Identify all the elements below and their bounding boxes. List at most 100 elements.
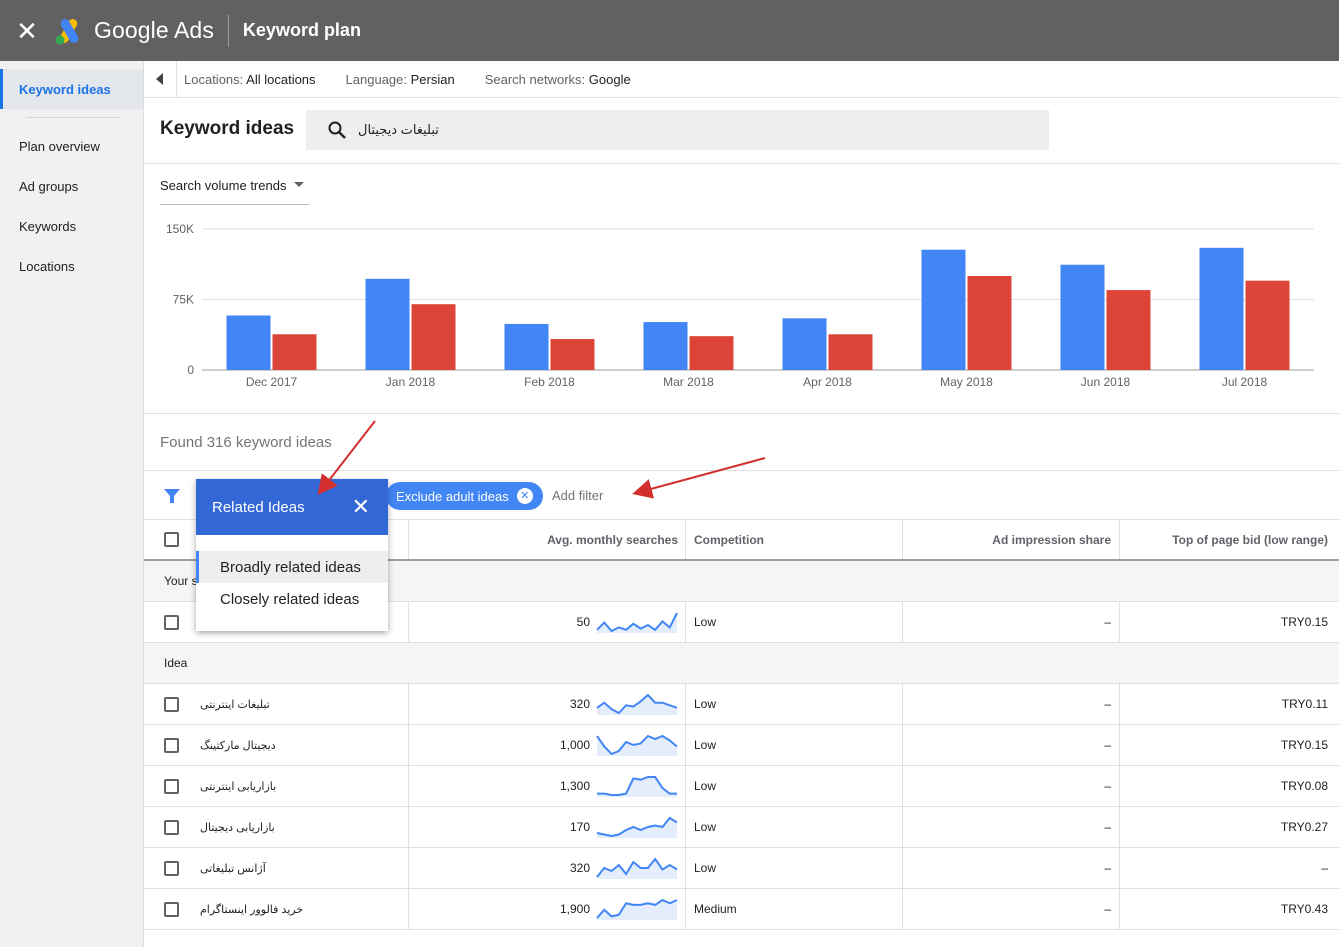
trend-selector-label: Search volume trends	[160, 178, 287, 193]
locations-setting[interactable]: Locations: All locations	[184, 72, 316, 87]
search-query[interactable]: تبلیغات دیجیتال	[358, 122, 439, 138]
header-avg-monthly-searches[interactable]: Avg. monthly searches	[408, 520, 678, 559]
avg-monthly-searches: 50	[576, 615, 590, 629]
close-icon[interactable]: ✕	[352, 496, 370, 518]
sidebar-item-keywords[interactable]: Keywords	[0, 206, 143, 246]
keyword-text[interactable]: آژانس تبلیغاتی	[200, 848, 400, 888]
bar[interactable]	[226, 315, 271, 370]
keyword-text[interactable]: بازاریابی اینترنتی	[200, 766, 400, 806]
bar[interactable]	[689, 336, 734, 370]
ad-impression-share: –	[1104, 779, 1111, 793]
sidebar-item-keyword-ideas[interactable]: Keyword ideas	[0, 69, 143, 109]
bar[interactable]	[967, 276, 1012, 370]
sidebar-item-ad-groups[interactable]: Ad groups	[0, 166, 143, 206]
chip-remove-icon[interactable]: ✕	[516, 488, 533, 504]
table-row[interactable]: خرید فالوور اینستاگرام 1,900 Medium – TRY0.4…	[144, 889, 1339, 930]
trend-sparkline	[596, 725, 678, 765]
header-competition[interactable]: Competition	[694, 520, 764, 559]
language-setting[interactable]: Language: Persian	[346, 72, 455, 87]
row-checkbox[interactable]	[164, 602, 179, 642]
bar[interactable]	[782, 318, 827, 370]
competition: Low	[694, 615, 717, 629]
close-icon[interactable]: ✕	[0, 18, 54, 44]
chevron-left-icon	[156, 73, 163, 85]
exclude-adult-ideas-chip[interactable]: Exclude adult ideas ✕	[386, 482, 543, 510]
header-divider	[227, 14, 229, 47]
competition: Low	[694, 820, 717, 834]
avg-monthly-searches: 1,300	[559, 779, 590, 793]
bar[interactable]	[921, 249, 966, 370]
related-ideas-title: Related Ideas	[212, 498, 305, 516]
checkbox-box	[164, 819, 179, 835]
checkbox-box	[164, 532, 179, 547]
header-top-of-page-bid[interactable]: Top of page bid (low range)	[1120, 520, 1328, 559]
group-row-idea: Idea	[144, 643, 1339, 684]
language-value: Persian	[410, 71, 455, 87]
row-checkbox[interactable]	[164, 807, 179, 847]
row-checkbox[interactable]	[164, 725, 179, 765]
competition: Low	[694, 861, 717, 875]
checkbox-box	[164, 737, 179, 753]
competition: Medium	[694, 902, 737, 916]
select-all-checkbox[interactable]	[164, 520, 179, 559]
bar[interactable]	[504, 323, 549, 370]
bar[interactable]	[1060, 264, 1105, 370]
sidebar-item-locations[interactable]: Locations	[0, 246, 143, 286]
bar[interactable]	[272, 334, 317, 370]
header-ad-impression-share[interactable]: Ad impression share	[902, 520, 1111, 559]
collapse-sidebar-button[interactable]	[144, 60, 177, 98]
competition: Low	[694, 779, 717, 793]
option-closely-related[interactable]: Closely related ideas	[196, 583, 388, 615]
sidebar-item-plan-overview[interactable]: Plan overview	[0, 126, 143, 166]
bar[interactable]	[643, 322, 688, 370]
bar[interactable]	[411, 304, 456, 370]
bar[interactable]	[1245, 280, 1290, 370]
bar[interactable]	[365, 278, 410, 370]
keyword-search-box[interactable]: تبلیغات دیجیتال	[306, 110, 1049, 150]
y-tick-label: 0	[187, 363, 194, 377]
sidebar-divider	[26, 117, 119, 118]
networks-label: Search networks:	[484, 71, 586, 87]
keyword-text[interactable]: بازاریابی دیجیتال	[200, 807, 400, 847]
table-row[interactable]: بازاریابی اینترنتی 1,300 Low – TRY0.08	[144, 766, 1339, 807]
networks-setting[interactable]: Search networks: Google	[485, 72, 631, 87]
row-checkbox[interactable]	[164, 684, 179, 724]
ad-impression-share: –	[1104, 902, 1111, 916]
option-broadly-related[interactable]: Broadly related ideas	[196, 551, 388, 583]
top-of-page-bid: TRY0.15	[1280, 615, 1328, 629]
bar[interactable]	[1199, 247, 1244, 370]
keyword-text[interactable]: تبلیغات اینترنتی	[200, 684, 400, 724]
table-row[interactable]: بازاریابی دیجیتال 170 Low – TRY0.27	[144, 807, 1339, 848]
sparkline-chart	[596, 612, 678, 633]
bar[interactable]	[1106, 290, 1151, 370]
y-tick-label: 150K	[166, 222, 194, 236]
table-row[interactable]: تبلیغات اینترنتی 320 Low – TRY0.11	[144, 684, 1339, 725]
sparkline-chart	[596, 898, 678, 920]
search-volume-trends-dropdown[interactable]: Search volume trends	[160, 178, 309, 205]
add-filter-button[interactable]: Add filter	[552, 488, 603, 503]
ad-impression-share: –	[1104, 697, 1111, 711]
ad-impression-share: –	[1104, 738, 1111, 752]
competition: Low	[694, 697, 717, 711]
group-label: Idea	[164, 656, 188, 670]
avg-monthly-searches: 320	[569, 697, 590, 711]
checkbox-box	[164, 860, 179, 876]
y-tick-label: 75K	[173, 293, 194, 307]
row-checkbox[interactable]	[164, 766, 179, 806]
table-row[interactable]: آژانس تبلیغاتی 320 Low – –	[144, 848, 1339, 889]
bar[interactable]	[828, 334, 873, 370]
x-tick-label: Jun 2018	[1081, 375, 1131, 389]
row-checkbox[interactable]	[164, 848, 179, 888]
checkbox-box	[164, 778, 179, 794]
keyword-text[interactable]: خرید فالوور اینستاگرام	[200, 889, 400, 929]
section-title: Keyword ideas	[160, 118, 295, 139]
table-row[interactable]: دیجیتال مارکتینگ 1,000 Low – TRY0.15	[144, 725, 1339, 766]
bar[interactable]	[550, 338, 595, 370]
checkbox-box	[164, 696, 179, 712]
x-tick-label: Mar 2018	[663, 375, 714, 389]
filter-icon[interactable]	[164, 488, 180, 504]
found-count: Found 316 keyword ideas	[160, 434, 332, 451]
row-checkbox[interactable]	[164, 889, 179, 929]
trend-sparkline	[596, 766, 678, 806]
keyword-text[interactable]: دیجیتال مارکتینگ	[200, 725, 400, 765]
